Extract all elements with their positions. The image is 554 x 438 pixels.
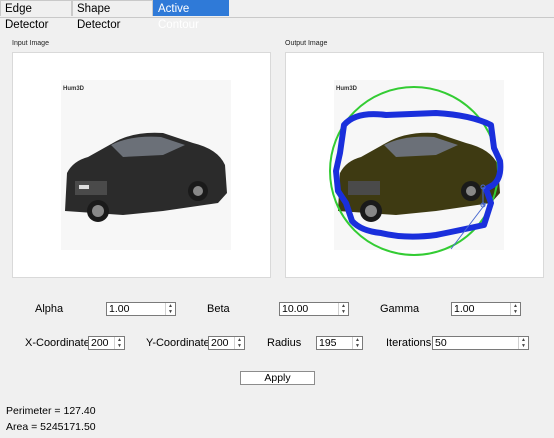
iterations-label: Iterations bbox=[386, 337, 432, 349]
y-coordinate-label: Y-Coordinate bbox=[146, 337, 210, 349]
y-coordinate-spinbox[interactable]: 200 ▲ ▼ bbox=[208, 336, 245, 350]
alpha-label: Alpha bbox=[35, 303, 64, 315]
tab-edge-detector[interactable]: Edge Detector bbox=[0, 0, 72, 31]
input-image-panel: Hum3D bbox=[12, 52, 271, 278]
radius-spinbox[interactable]: 195 ▲ ▼ bbox=[316, 336, 363, 350]
spin-down-icon: ▼ bbox=[237, 343, 242, 349]
input-car-image: Hum3D bbox=[61, 80, 231, 250]
spin-down-icon: ▼ bbox=[355, 343, 360, 349]
input-image-title: Input Image bbox=[12, 40, 49, 47]
iterations-spinbox[interactable]: 50 ▲ ▼ bbox=[432, 336, 529, 350]
alpha-spinbox[interactable]: 1.00 ▲ ▼ bbox=[106, 302, 176, 316]
area-text: Area = 5245171.50 bbox=[6, 421, 96, 433]
output-car-image: Hum3D bbox=[329, 80, 504, 256]
output-image-panel: Hum3D bbox=[285, 52, 544, 278]
perimeter-text: Perimeter = 127.40 bbox=[6, 405, 96, 417]
output-image-title: Output Image bbox=[285, 40, 328, 47]
tab-shape-detector[interactable]: Shape Detector bbox=[72, 0, 153, 31]
spin-down-icon: ▼ bbox=[168, 309, 173, 315]
x-coordinate-spinbox[interactable]: 200 ▲ ▼ bbox=[88, 336, 125, 350]
spin-down-icon: ▼ bbox=[521, 343, 526, 349]
beta-spinbox[interactable]: 10.00 ▲ ▼ bbox=[279, 302, 349, 316]
beta-label: Beta bbox=[207, 303, 230, 315]
spin-down-icon: ▼ bbox=[341, 309, 346, 315]
output-watermark: Hum3D bbox=[336, 86, 358, 92]
apply-button[interactable]: Apply bbox=[240, 371, 315, 385]
spin-down-icon: ▼ bbox=[513, 309, 518, 315]
tab-bar: Edge Detector Shape Detector Active Cont… bbox=[0, 0, 554, 31]
radius-label: Radius bbox=[267, 337, 302, 349]
x-coordinate-label: X-Coordinate bbox=[25, 337, 90, 349]
input-watermark: Hum3D bbox=[63, 86, 85, 92]
spin-down-icon: ▼ bbox=[117, 343, 122, 349]
gamma-label: Gamma bbox=[380, 303, 420, 315]
tab-active-contour[interactable]: Active Contour bbox=[153, 0, 229, 31]
gamma-spinbox[interactable]: 1.00 ▲ ▼ bbox=[451, 302, 521, 316]
